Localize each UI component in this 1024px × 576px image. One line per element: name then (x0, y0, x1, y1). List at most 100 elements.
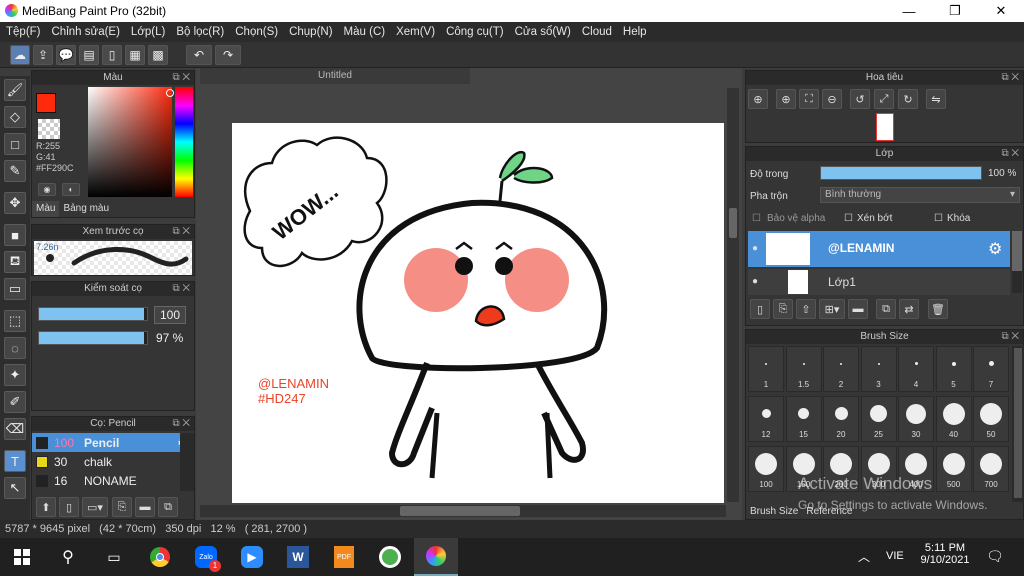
chevron-up-icon[interactable]: ︿ (858, 548, 870, 565)
rotate-right-icon[interactable]: ↻ (898, 89, 918, 109)
tab-brush-size[interactable]: Brush Size (750, 506, 798, 517)
brush-size-input[interactable]: 100 (154, 306, 186, 324)
operation-tool-icon[interactable]: ↖ (4, 477, 26, 499)
layer-scrollbar[interactable] (1012, 231, 1022, 293)
clock[interactable]: 5:11 PM 9/10/2021 (918, 542, 972, 566)
duplicate-layer-icon[interactable]: ⎘ (773, 299, 793, 319)
brush-size-cell[interactable]: 3 (860, 346, 897, 392)
magic-wand-tool-icon[interactable]: ✦ (4, 364, 26, 386)
select-rect-tool-icon[interactable]: ⬚ (4, 310, 26, 332)
word-icon[interactable]: W (276, 538, 320, 576)
layout-icon[interactable]: ▩ (148, 45, 168, 65)
transfer-icon[interactable]: ⇄ (899, 299, 919, 319)
brush-size-cell[interactable]: 2 (823, 346, 859, 392)
merge-icon[interactable]: ⧉ (876, 299, 896, 319)
horizontal-scrollbar[interactable] (200, 505, 726, 517)
eyedropper-icon[interactable]: ◉ (38, 183, 56, 196)
panel-controls-icon[interactable]: ⧉ ✕ (172, 71, 190, 85)
zoom-in-icon[interactable]: ⊕ (748, 89, 768, 109)
brush-size-cell[interactable]: 12 (748, 396, 784, 442)
new-layer-icon[interactable]: ▯ (750, 299, 770, 319)
primary-color-swatch[interactable] (36, 93, 56, 113)
brush-menu-icon[interactable]: ▭▾ (82, 497, 108, 517)
move-tool-icon[interactable]: ✥ (4, 192, 26, 214)
hue-slider[interactable] (175, 87, 193, 197)
rotate-left-icon[interactable]: ↺ (850, 89, 870, 109)
panel-controls-icon[interactable]: ⧉ ✕ (172, 417, 190, 431)
text-tool-icon[interactable]: T (4, 450, 26, 472)
menu-tools[interactable]: Công cụ(T) (446, 26, 504, 38)
zoom-icon[interactable]: ▶ (230, 538, 274, 576)
brush-size-cell[interactable]: 25 (860, 396, 897, 442)
eye-icon[interactable]: ● (752, 243, 758, 254)
flip-icon[interactable]: ⇋ (926, 89, 946, 109)
camtasia-icon[interactable] (368, 538, 412, 576)
undo-icon[interactable]: ↶ (186, 45, 212, 65)
zoom-out-icon[interactable]: ⊖ (822, 89, 842, 109)
eye-icon[interactable]: ● (752, 276, 758, 287)
saturation-value-picker[interactable] (88, 87, 172, 197)
maximize-button[interactable]: ❐ (932, 0, 978, 22)
menu-edit[interactable]: Chỉnh sửa(E) (52, 26, 120, 38)
brush-size-cell[interactable]: 30 (898, 396, 934, 442)
brush-tool-icon[interactable]: 🖌 (4, 79, 26, 101)
menu-select[interactable]: Chọn(S) (235, 26, 278, 38)
pen-tool-icon[interactable]: ✎ (4, 160, 26, 182)
brush-item[interactable]: 16 NONAME (32, 471, 192, 490)
brush-item[interactable]: 100Pencil⚙ (32, 433, 192, 452)
panel-controls-icon[interactable]: ⧉ ✕ (172, 225, 190, 239)
language-indicator[interactable]: VIE (886, 550, 904, 562)
duplicate-brush-icon[interactable]: ⧉ (158, 497, 178, 517)
drawing-canvas[interactable]: WOW... @LENAMIN #HD247 (232, 123, 724, 503)
menu-view[interactable]: Xem(V) (396, 26, 435, 38)
menu-snap[interactable]: Chụp(N) (289, 26, 332, 38)
folder-icon[interactable]: ▬ (848, 299, 868, 319)
brush-size-slider[interactable] (38, 307, 148, 321)
comment-icon[interactable]: ▤ (79, 45, 99, 65)
pdf-icon[interactable]: PDF (322, 538, 366, 576)
grid-icon[interactable]: ▦ (125, 45, 145, 65)
gradient-tool-icon[interactable]: ▭ (4, 278, 26, 300)
minimize-button[interactable]: — (886, 0, 932, 22)
brush-opacity-slider[interactable] (38, 331, 148, 345)
zoom-in-icon[interactable]: ⊕ (776, 89, 796, 109)
brush-size-cell[interactable]: 1.5 (785, 346, 822, 392)
blend-mode-select[interactable]: Bình thường ▾ (820, 187, 1020, 203)
brush-size-cell[interactable]: 20 (823, 396, 859, 442)
menu-color[interactable]: Màu (C) (344, 26, 386, 38)
brush-folder-icon[interactable]: ▬ (135, 497, 155, 517)
fit-icon[interactable]: ⛶ (799, 89, 819, 109)
panel-controls-icon[interactable]: ⧉ ✕ (1001, 147, 1019, 161)
brush-size-cell[interactable]: 100 (748, 446, 784, 492)
menu-filter[interactable]: Bộ lọc(R) (176, 26, 224, 38)
brush-size-cell[interactable]: 15 (785, 396, 822, 442)
layer-up-icon[interactable]: ⇧ (796, 299, 816, 319)
menu-window[interactable]: Cửa sổ(W) (515, 26, 571, 38)
document-tab[interactable]: Untitled (200, 68, 470, 84)
tab-palette[interactable]: Bảng màu (59, 201, 113, 217)
search-icon[interactable]: ⚲ (46, 538, 90, 576)
panel-controls-icon[interactable]: ⧉ ✕ (1001, 71, 1019, 85)
brush-size-cell[interactable]: 5 (935, 346, 972, 392)
add-layer-menu-icon[interactable]: ⊞▾ (819, 299, 845, 319)
panel-controls-icon[interactable]: ⧉ ✕ (1001, 330, 1019, 344)
chrome-icon[interactable] (138, 538, 182, 576)
menu-cloud[interactable]: Cloud (582, 26, 612, 38)
lasso-tool-icon[interactable]: ◌ (4, 337, 26, 359)
speech-bubble-icon[interactable]: 💬 (56, 45, 76, 65)
brush-size-cell[interactable]: 1 (748, 346, 784, 392)
protect-alpha-checkbox[interactable]: ☐ Bảo vệ alpha (752, 213, 825, 224)
menu-help[interactable]: Help (623, 26, 647, 38)
menu-layer[interactable]: Lớp(L) (131, 26, 165, 38)
brush-size-cell[interactable]: 4 (898, 346, 934, 392)
brush-size-cell[interactable]: 50 (973, 396, 1009, 442)
brush-size-cell[interactable]: 40 (935, 396, 972, 442)
gear-icon[interactable]: ⚙ (988, 239, 1002, 259)
layer-opacity-slider[interactable] (820, 166, 982, 180)
vertical-scrollbar[interactable] (727, 88, 739, 502)
medibang-taskbar-icon[interactable] (414, 538, 458, 576)
select-eraser-tool-icon[interactable]: ⌫ (4, 418, 26, 440)
rectangle-tool-icon[interactable]: □ (4, 133, 26, 155)
fullscreen-icon[interactable]: ⤢ (874, 89, 894, 109)
brush-size-cell[interactable]: 500 (935, 446, 972, 492)
